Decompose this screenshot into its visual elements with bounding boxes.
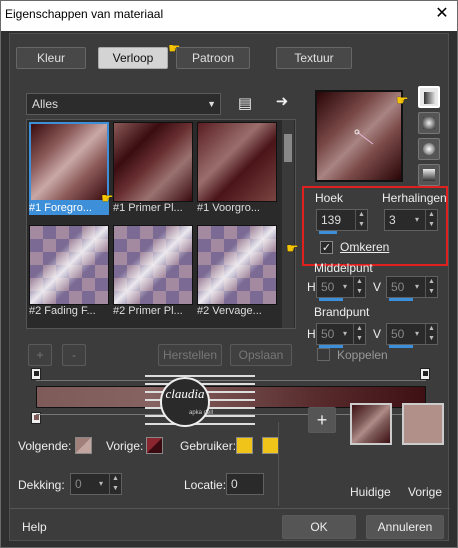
pointing-hand-icon: ☛ (168, 40, 181, 56)
gradient-preview-large[interactable] (315, 90, 403, 182)
gradient-item[interactable]: #1 Voorgro... (197, 122, 277, 214)
ok-button[interactable]: OK (282, 515, 356, 539)
invert-checkbox[interactable]: ✓ (320, 241, 333, 254)
next-label: Volgende: (18, 439, 72, 453)
location-value: 0 (231, 477, 238, 491)
gradient-preview (113, 122, 193, 202)
gradient-thumbnail-list: #1 Foregro... #1 Primer Pl... #1 Voorgro… (26, 119, 296, 329)
midpoint-v-input[interactable]: 50 ▾ ▲ ▼ (386, 276, 438, 301)
previous-label: Vorige: (106, 439, 144, 453)
gradient-item[interactable]: #2 Vervage... (197, 225, 277, 317)
title-bar: Eigenschappen van materiaal ✕ (1, 1, 457, 31)
link-label: Koppelen (337, 348, 388, 362)
midpoint-h-label: H (307, 280, 316, 294)
focal-h-value: 50 (321, 327, 335, 341)
linear-style-button[interactable] (418, 86, 440, 108)
location-label: Locatie: (184, 478, 227, 492)
add-to-swatches-button[interactable]: + (308, 407, 336, 433)
gradient-category-select[interactable]: Alles ▼ (26, 93, 221, 115)
angle-label: Hoek (315, 191, 344, 205)
material-properties-dialog: Eigenschappen van materiaal ✕ Kleur Verl… (0, 0, 458, 548)
gradient-list-scrollbar[interactable] (282, 120, 294, 328)
sunburst-style-button[interactable] (418, 138, 440, 160)
invert-label: Omkeren (340, 240, 390, 254)
gradient-preview (197, 225, 277, 305)
opacity-input[interactable]: 0 ▾ ▲ ▼ (70, 473, 122, 495)
focal-label: Brandpunt (314, 305, 370, 319)
user-color-swatch[interactable] (236, 437, 253, 454)
angle-value: 139 (321, 213, 342, 227)
gradient-item-label: #2 Primer Pl... (113, 305, 183, 317)
svg-text:apka dell: apka dell (189, 410, 213, 416)
gradient-item[interactable]: #2 Fading F... (29, 225, 109, 317)
repeats-spinner-icon[interactable]: ▲ ▼ (425, 210, 437, 230)
midpoint-h-input[interactable]: 50 ▾ ▲ ▼ (316, 276, 366, 301)
repeats-input[interactable]: 3 ▾ ▲ ▼ (384, 209, 438, 231)
focal-v-input[interactable]: 50 ▾ ▲ ▼ (386, 323, 438, 348)
previous-color-swatch[interactable] (146, 437, 163, 454)
repeats-label: Herhalingen (382, 191, 447, 205)
chevron-down-icon[interactable]: ▾ (415, 210, 425, 230)
add-gradient-button[interactable]: + (28, 344, 52, 366)
arrow-right-icon[interactable]: ➜ (273, 92, 291, 110)
gradient-category-value: Alles (32, 97, 59, 111)
pointing-hand-icon: ☛ (396, 92, 409, 108)
opacity-value: 0 (75, 477, 82, 491)
focal-h-input[interactable]: 50 ▾ ▲ ▼ (316, 323, 366, 348)
tab-patroon[interactable]: Patroon (176, 47, 250, 69)
remove-gradient-button[interactable]: - (62, 344, 86, 366)
rectangular-style-button[interactable] (418, 112, 440, 134)
gradient-item-label: #1 Primer Pl... (113, 202, 183, 214)
focal-v-value: 50 (391, 327, 405, 341)
pointing-hand-icon: ☛ (101, 190, 114, 206)
help-link[interactable]: Help (22, 520, 47, 534)
window-title: Eigenschappen van materiaal (5, 7, 164, 21)
tab-kleur[interactable]: Kleur (16, 47, 86, 69)
current-gradient-swatch[interactable] (350, 403, 392, 445)
radial-style-button[interactable] (418, 164, 440, 186)
cancel-button[interactable]: Annuleren (366, 515, 444, 539)
midpoint-h-value: 50 (321, 280, 335, 294)
gradient-item[interactable]: #1 Foregro... (29, 122, 109, 215)
midpoint-label: Middelpunt (314, 261, 373, 275)
chevron-down-icon: ▼ (207, 99, 216, 109)
angle-input[interactable]: 139 ▲ ▼ (316, 209, 368, 234)
gradient-preview (113, 225, 193, 305)
gradient-item-label: #1 Foregro... (29, 202, 109, 215)
gradient-item-label: #2 Vervage... (197, 305, 262, 317)
focal-v-label: V (373, 327, 382, 341)
pointing-hand-icon: ☛ (286, 240, 299, 256)
watermark-logo: claudia apka dell (145, 375, 255, 427)
midpoint-v-label: V (373, 280, 382, 294)
link-checkbox[interactable] (317, 348, 330, 361)
close-icon[interactable]: ✕ (433, 5, 451, 23)
tab-textuur[interactable]: Textuur (276, 47, 352, 69)
location-input[interactable]: 0 (226, 473, 264, 495)
direction-line-icon (354, 129, 374, 145)
gradient-list-view-icon[interactable]: ▤ (236, 94, 254, 112)
user-color-swatch[interactable] (262, 437, 279, 454)
opacity-label: Dekking: (18, 478, 65, 492)
gradient-item[interactable]: #2 Primer Pl... (113, 225, 193, 317)
focal-h-label: H (307, 327, 316, 341)
midpoint-v-value: 50 (391, 280, 405, 294)
user-label: Gebruiker: (180, 439, 237, 453)
gradient-item[interactable]: #1 Primer Pl... (113, 122, 193, 214)
repeats-value: 3 (389, 213, 396, 227)
gradient-preview (29, 122, 109, 202)
next-color-swatch[interactable] (75, 437, 92, 454)
gradient-preview (197, 122, 277, 202)
gradient-item-label: #2 Fading F... (29, 305, 96, 317)
previous-swatch-label: Vorige (408, 485, 443, 499)
gradient-preview (29, 225, 109, 305)
opacity-stop-marker[interactable] (31, 368, 41, 380)
dialog-body: Kleur Verloop Patroon Textuur ☛ Alles ▼ … (9, 33, 450, 541)
gradient-item-label: #1 Voorgro... (197, 202, 260, 214)
tab-verloop[interactable]: Verloop (98, 47, 168, 69)
angle-spinner-icon[interactable]: ▲ ▼ (355, 210, 367, 230)
previous-gradient-swatch[interactable] (402, 403, 444, 445)
opacity-stop-marker[interactable] (420, 368, 430, 380)
svg-text:claudia: claudia (166, 386, 205, 401)
current-label: Huidige (350, 485, 391, 499)
